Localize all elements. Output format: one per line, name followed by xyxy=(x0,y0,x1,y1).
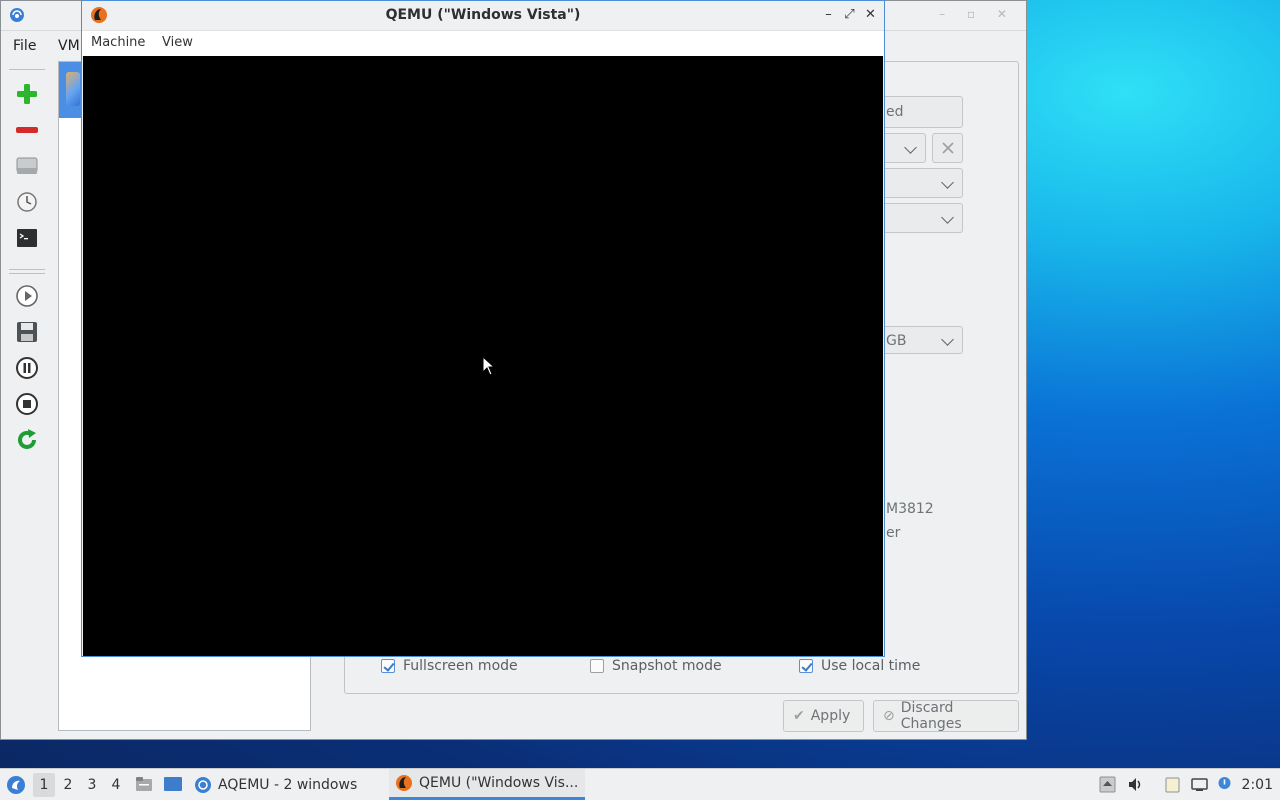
fullscreen-mode-label: Fullscreen mode xyxy=(403,658,518,674)
start-menu-icon[interactable] xyxy=(6,775,26,795)
snapshot-mode-checkbox[interactable] xyxy=(590,659,604,673)
cpu-model-label: M3812 xyxy=(886,501,934,517)
qemu-window: QEMU ("Windows Vista") – ⤢ ✕ Machine Vie… xyxy=(81,0,885,657)
vm-display[interactable] xyxy=(83,56,883,656)
snapshot-mode-option[interactable]: Snapshot mode xyxy=(590,658,722,674)
menu-view[interactable]: View xyxy=(162,35,193,50)
check-icon: ✔ xyxy=(793,708,805,724)
qemu-app-icon xyxy=(396,775,412,791)
chevron-down-icon xyxy=(941,333,954,346)
toolbar-separator xyxy=(9,273,45,274)
add-vm-icon[interactable] xyxy=(15,82,39,106)
vm-state-text: ed xyxy=(886,104,904,120)
menu-file[interactable]: File xyxy=(13,38,36,54)
task-aqemu-label: AQEMU - 2 windows xyxy=(218,776,358,793)
chevron-down-icon xyxy=(941,176,954,189)
qemu-menubar: Machine View xyxy=(82,30,884,56)
use-local-time-label: Use local time xyxy=(821,658,921,674)
close-icon[interactable]: ✕ xyxy=(863,7,878,23)
task-qemu-label: QEMU ("Windows Vis... xyxy=(419,775,579,791)
aqemu-window-controls[interactable]: – ▫ ✕ xyxy=(939,7,1016,21)
clear-button[interactable] xyxy=(932,133,963,163)
task-qemu[interactable]: QEMU ("Windows Vis... xyxy=(389,769,585,800)
aqemu-app-icon xyxy=(10,8,24,22)
minimize-icon[interactable]: – xyxy=(821,7,836,23)
play-icon[interactable] xyxy=(15,284,39,308)
chevron-down-icon xyxy=(904,141,917,154)
cancel-icon: ⊘ xyxy=(883,708,895,724)
workspace-1[interactable]: 1 xyxy=(33,773,55,797)
extra-label: er xyxy=(886,525,901,541)
reset-icon[interactable] xyxy=(15,428,39,452)
maximize-icon[interactable]: ⤢ xyxy=(842,7,857,23)
memory-unit-text: GB xyxy=(886,333,907,349)
network-icon[interactable] xyxy=(1191,776,1208,793)
toolbar-separator xyxy=(9,269,45,270)
chevron-down-icon xyxy=(941,211,954,224)
fullscreen-mode-option[interactable]: Fullscreen mode xyxy=(381,658,518,674)
stop-icon[interactable] xyxy=(15,392,39,416)
qemu-titlebar[interactable]: QEMU ("Windows Vista") – ⤢ ✕ xyxy=(82,1,884,29)
snapshot-mode-label: Snapshot mode xyxy=(612,658,722,674)
workspace-4[interactable]: 4 xyxy=(105,777,127,793)
toolbar-separator xyxy=(9,69,45,70)
terminal-icon[interactable] xyxy=(15,226,39,250)
hard-drive-icon[interactable] xyxy=(15,154,39,178)
use-local-time-option[interactable]: Use local time xyxy=(799,658,920,674)
pause-icon[interactable] xyxy=(15,356,39,380)
discard-changes-label: Discard Changes xyxy=(900,700,962,732)
clock-icon[interactable] xyxy=(15,190,39,214)
workspace-2[interactable]: 2 xyxy=(57,777,79,793)
apply-label: Apply xyxy=(810,708,851,724)
use-local-time-checkbox[interactable] xyxy=(799,659,813,673)
windows-vista-icon xyxy=(66,72,80,106)
fullscreen-mode-checkbox[interactable] xyxy=(381,659,395,673)
taskbar: 1 2 3 4 AQEMU - 2 windows QEMU ("Windows… xyxy=(0,768,1280,800)
menu-vm[interactable]: VM xyxy=(58,38,80,54)
apply-button[interactable]: ✔ Apply xyxy=(783,700,864,732)
aqemu-toolbar xyxy=(7,65,47,465)
show-desktop-icon[interactable] xyxy=(163,776,183,793)
menu-machine[interactable]: Machine xyxy=(91,35,145,50)
save-icon[interactable] xyxy=(15,320,39,344)
remove-vm-icon[interactable] xyxy=(15,118,39,142)
notification-icon[interactable] xyxy=(1216,776,1233,793)
task-aqemu[interactable]: AQEMU - 2 windows xyxy=(194,769,384,800)
qemu-window-title: QEMU ("Windows Vista") xyxy=(385,7,581,23)
workspace-3[interactable]: 3 xyxy=(81,777,103,793)
clear-icon xyxy=(941,142,954,154)
clipboard-icon[interactable] xyxy=(1164,776,1181,793)
mouse-cursor-icon xyxy=(482,356,496,376)
clock[interactable]: 2:01 xyxy=(1242,777,1273,793)
aqemu-app-icon xyxy=(195,776,211,793)
qemu-window-controls: – ⤢ ✕ xyxy=(821,7,878,23)
eject-icon[interactable] xyxy=(1099,776,1116,793)
discard-changes-button[interactable]: ⊘ Discard Changes xyxy=(873,700,1019,732)
file-manager-icon[interactable] xyxy=(135,775,153,793)
volume-icon[interactable] xyxy=(1127,776,1144,793)
